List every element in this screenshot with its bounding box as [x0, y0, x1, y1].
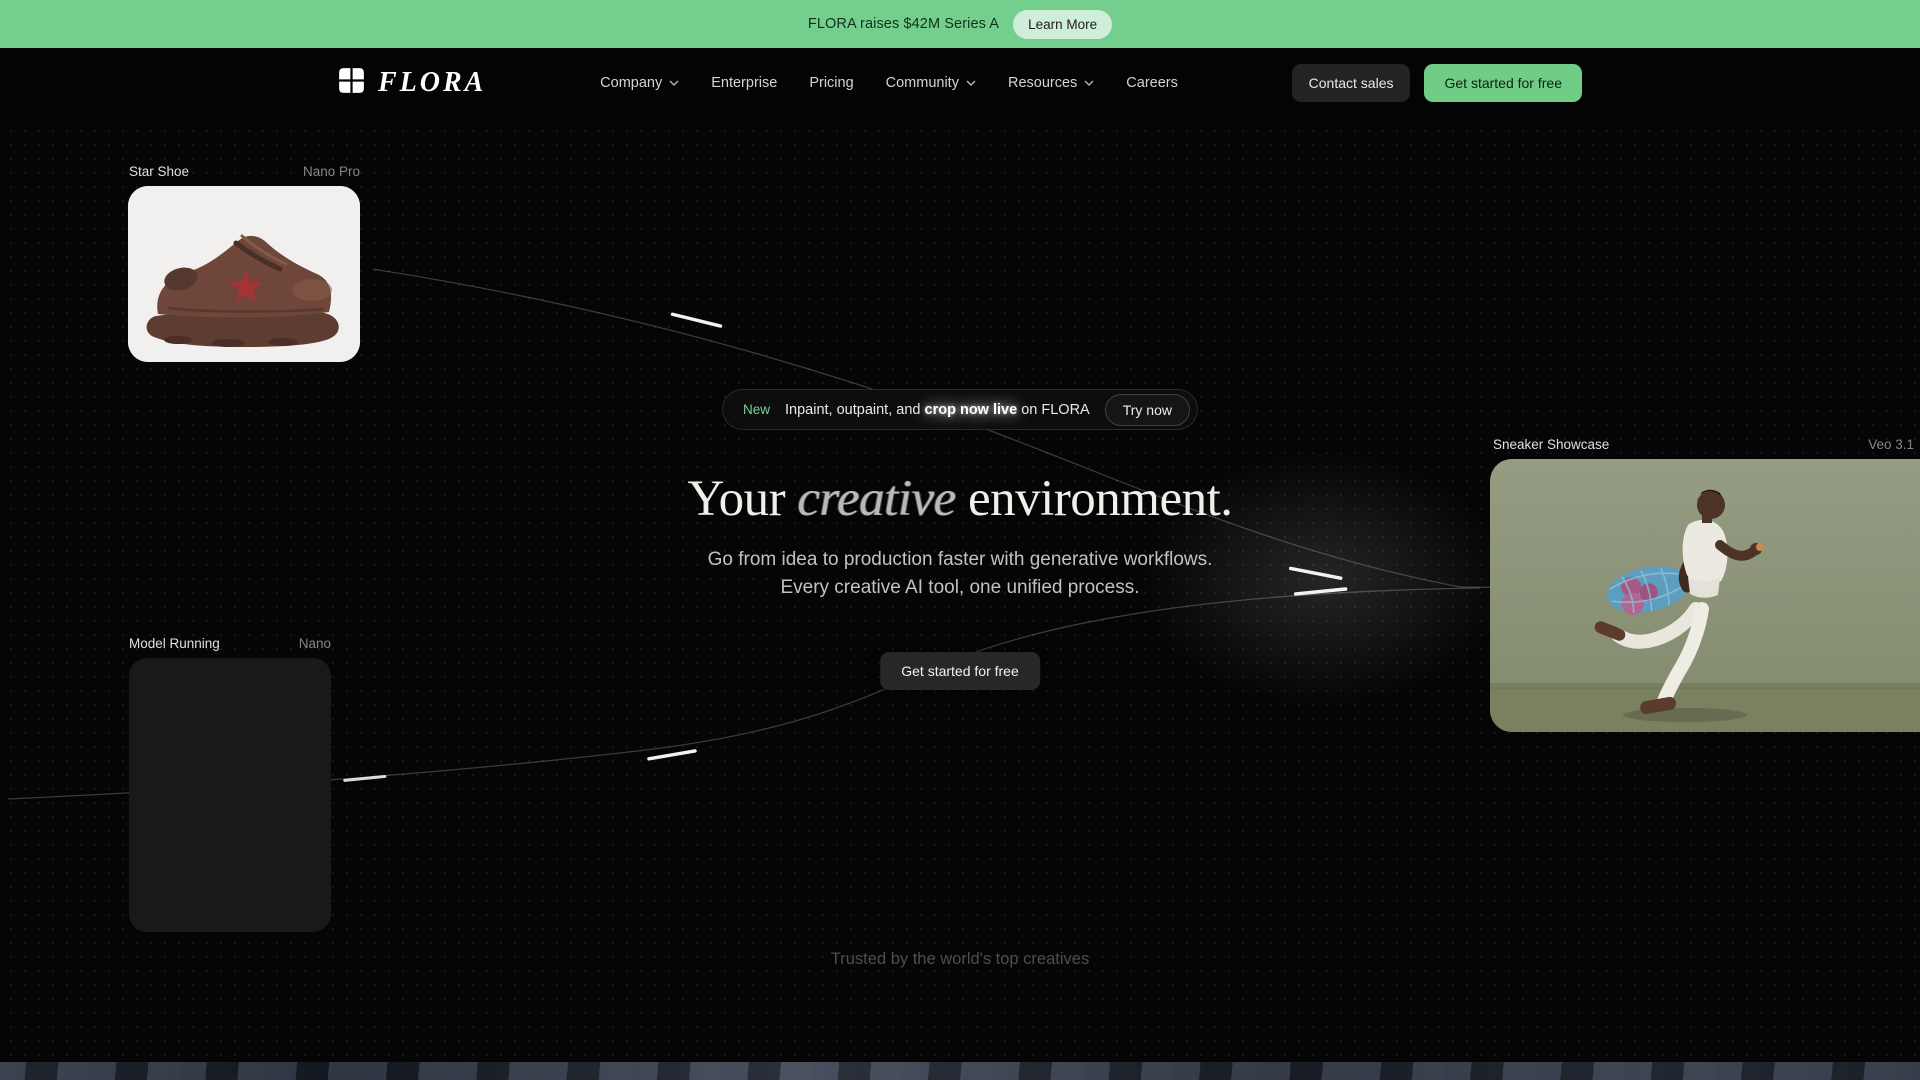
- nav-item-label: Community: [886, 75, 959, 91]
- chevron-down-icon: [966, 80, 976, 86]
- feature-announcement-pill: New Inpaint, outpaint, and crop now live…: [722, 389, 1198, 430]
- nav-links: Company Enterprise Pricing Community Res…: [600, 75, 1178, 91]
- nav-item-label: Company: [600, 75, 662, 91]
- announcement-text-post: on FLORA: [1017, 402, 1090, 418]
- card-model-badge: Veo 3.1: [1868, 437, 1914, 452]
- next-section-preview: [0, 1062, 1920, 1080]
- hero-subtitle-line2: Every creative AI tool, one unified proc…: [0, 574, 1920, 602]
- sneaker-showcase-label-row: Sneaker Showcase Veo 3.1: [1493, 437, 1914, 452]
- learn-more-button[interactable]: Learn More: [1013, 10, 1112, 39]
- announcement-text-pre: Inpaint, outpaint, and: [785, 402, 924, 418]
- announcement-text-highlight: crop now live: [925, 402, 1018, 418]
- hero-subtitle-line1: Go from idea to production faster with g…: [0, 546, 1920, 574]
- contact-sales-button[interactable]: Contact sales: [1292, 64, 1411, 102]
- hero-title-post: environment.: [956, 471, 1233, 527]
- star-shoe-card[interactable]: [128, 186, 360, 362]
- star-shoe-label-row: Star Shoe Nano Pro: [129, 164, 360, 179]
- card-model-badge: Nano Pro: [303, 164, 360, 179]
- card-title: Sneaker Showcase: [1493, 437, 1609, 452]
- card-model-badge: Nano: [299, 636, 331, 651]
- nav-item-label: Resources: [1008, 75, 1077, 91]
- nav-item-label: Enterprise: [711, 75, 777, 91]
- chevron-down-icon: [1084, 80, 1094, 86]
- top-navigation: FLORA Company Enterprise Pricing Communi…: [0, 48, 1920, 118]
- announcement-banner: FLORA raises $42M Series A Learn More: [0, 0, 1920, 48]
- hero-section: Star Shoe Nano Pro Model Runnin: [0, 118, 1920, 1062]
- model-running-card[interactable]: [129, 658, 331, 932]
- trusted-by-text: Trusted by the world's top creatives: [0, 950, 1920, 969]
- flora-logo-icon: [338, 67, 365, 99]
- chevron-down-icon: [669, 80, 679, 86]
- sneaker-image: [128, 186, 360, 362]
- hero-title: Your creative environment.: [0, 470, 1920, 528]
- nav-item-resources[interactable]: Resources: [1008, 75, 1094, 91]
- card-title: Star Shoe: [129, 164, 189, 179]
- flora-landing-page: FLORA raises $42M Series A Learn More FL…: [0, 0, 1920, 1080]
- flora-logo[interactable]: FLORA: [338, 67, 486, 99]
- nav-item-label: Careers: [1126, 75, 1178, 91]
- card-title: Model Running: [129, 636, 220, 651]
- nav-item-company[interactable]: Company: [600, 75, 679, 91]
- hero-subtitle: Go from idea to production faster with g…: [0, 546, 1920, 602]
- nav-cta-group: Contact sales Get started for free: [1292, 64, 1582, 102]
- nav-item-pricing[interactable]: Pricing: [809, 75, 853, 91]
- nav-item-enterprise[interactable]: Enterprise: [711, 75, 777, 91]
- hero-title-pre: Your: [687, 471, 797, 527]
- hero-title-emphasis: creative: [797, 471, 955, 527]
- try-now-button[interactable]: Try now: [1105, 394, 1190, 426]
- get-started-nav-button[interactable]: Get started for free: [1424, 64, 1582, 102]
- banner-text: FLORA raises $42M Series A: [808, 16, 999, 32]
- nav-item-careers[interactable]: Careers: [1126, 75, 1178, 91]
- flora-wordmark: FLORA: [378, 67, 486, 99]
- new-badge: New: [743, 402, 770, 417]
- get-started-hero-button[interactable]: Get started for free: [880, 652, 1040, 690]
- nav-item-community[interactable]: Community: [886, 75, 976, 91]
- announcement-text: Inpaint, outpaint, and crop now live on …: [785, 402, 1090, 418]
- nav-item-label: Pricing: [809, 75, 853, 91]
- model-running-label-row: Model Running Nano: [129, 636, 331, 651]
